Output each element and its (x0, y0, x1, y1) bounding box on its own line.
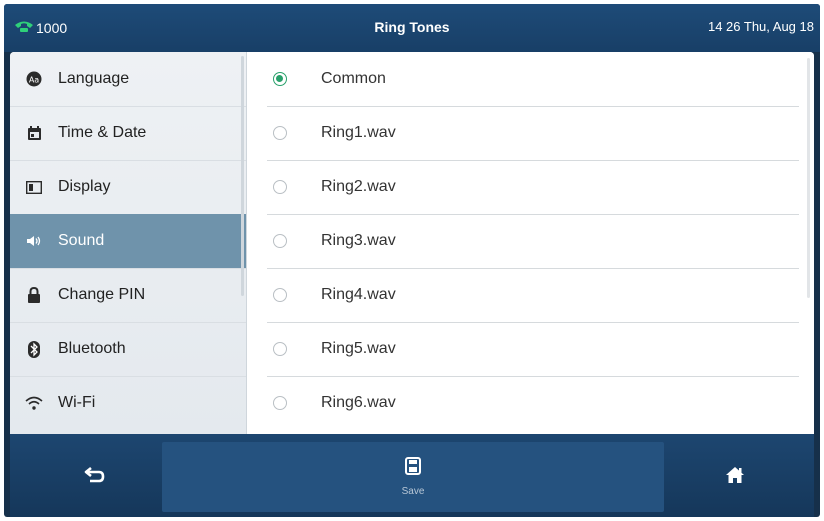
sidebar-item-label: Time & Date (58, 124, 147, 141)
save-icon (405, 457, 421, 480)
settings-panel: Aa Language Time & Date Display Sound Ch… (10, 52, 814, 434)
ringtone-label: Ring4.wav (321, 286, 396, 303)
display-icon (24, 177, 44, 197)
sidebar-item-wifi[interactable]: Wi-Fi (10, 376, 246, 430)
ringtone-label: Ring1.wav (321, 124, 396, 141)
language-icon: Aa (24, 69, 44, 89)
sidebar-item-time-date[interactable]: Time & Date (10, 106, 246, 161)
settings-sidebar: Aa Language Time & Date Display Sound Ch… (10, 52, 247, 434)
date-time: 14 26 Thu, Aug 18 (707, 19, 814, 34)
home-button[interactable] (670, 442, 800, 512)
ringtone-label: Common (321, 70, 386, 87)
ringtone-option-common[interactable]: Common (267, 52, 799, 107)
lock-icon (24, 285, 44, 305)
back-button[interactable] (30, 442, 160, 512)
radio-unselected[interactable] (273, 180, 287, 194)
screen-title: Ring Tones (374, 19, 450, 35)
softkey-bar: Save (10, 434, 814, 517)
sidebar-scrollbar[interactable] (241, 56, 244, 296)
ringtone-label: Ring6.wav (321, 394, 396, 411)
ringtone-option-ring2[interactable]: Ring2.wav (267, 160, 799, 215)
sidebar-item-sound[interactable]: Sound (10, 214, 246, 269)
ringtone-option-ring6[interactable]: Ring6.wav (267, 376, 799, 430)
wifi-icon (24, 393, 44, 413)
sidebar-item-label: Display (58, 178, 111, 195)
list-scrollbar[interactable] (807, 58, 810, 298)
speaker-icon (24, 231, 44, 251)
radio-selected[interactable] (273, 72, 287, 86)
home-icon (725, 466, 745, 489)
sidebar-item-bluetooth[interactable]: Bluetooth (10, 322, 246, 377)
ringtone-option-ring1[interactable]: Ring1.wav (267, 106, 799, 161)
ringtone-option-ring4[interactable]: Ring4.wav (267, 268, 799, 323)
ringtone-option-ring3[interactable]: Ring3.wav (267, 214, 799, 269)
ringtone-label: Ring3.wav (321, 232, 396, 249)
ringtone-label: Ring2.wav (321, 178, 396, 195)
sidebar-item-label: Wi-Fi (58, 394, 96, 411)
save-label: Save (401, 486, 425, 497)
radio-unselected[interactable] (273, 234, 287, 248)
sidebar-item-display[interactable]: Display (10, 160, 246, 215)
back-icon (84, 466, 106, 489)
radio-unselected[interactable] (273, 126, 287, 140)
sidebar-item-language[interactable]: Aa Language (10, 52, 246, 107)
save-button[interactable]: Save (162, 442, 664, 512)
calendar-icon (24, 123, 44, 143)
sidebar-item-label: Bluetooth (58, 340, 126, 357)
radio-unselected[interactable] (273, 396, 287, 410)
sidebar-item-label: Language (58, 70, 130, 87)
sidebar-item-label: Sound (58, 232, 105, 249)
ringtone-label: Ring5.wav (321, 340, 396, 357)
status-bar: 1000 Ring Tones 14 26 Thu, Aug 18 (4, 4, 820, 52)
sidebar-item-change-pin[interactable]: Change PIN (10, 268, 246, 323)
sidebar-item-label: Change PIN (58, 286, 146, 303)
radio-unselected[interactable] (273, 342, 287, 356)
phone-screen: 1000 Ring Tones 14 26 Thu, Aug 18 Aa Lan… (4, 4, 820, 517)
ringtone-option-ring5[interactable]: Ring5.wav (267, 322, 799, 377)
svg-text:Aa: Aa (29, 76, 39, 85)
ringtone-list: Common Ring1.wav Ring2.wav Ring3.wav Rin… (247, 52, 814, 434)
bluetooth-icon (24, 339, 44, 359)
radio-unselected[interactable] (273, 288, 287, 302)
